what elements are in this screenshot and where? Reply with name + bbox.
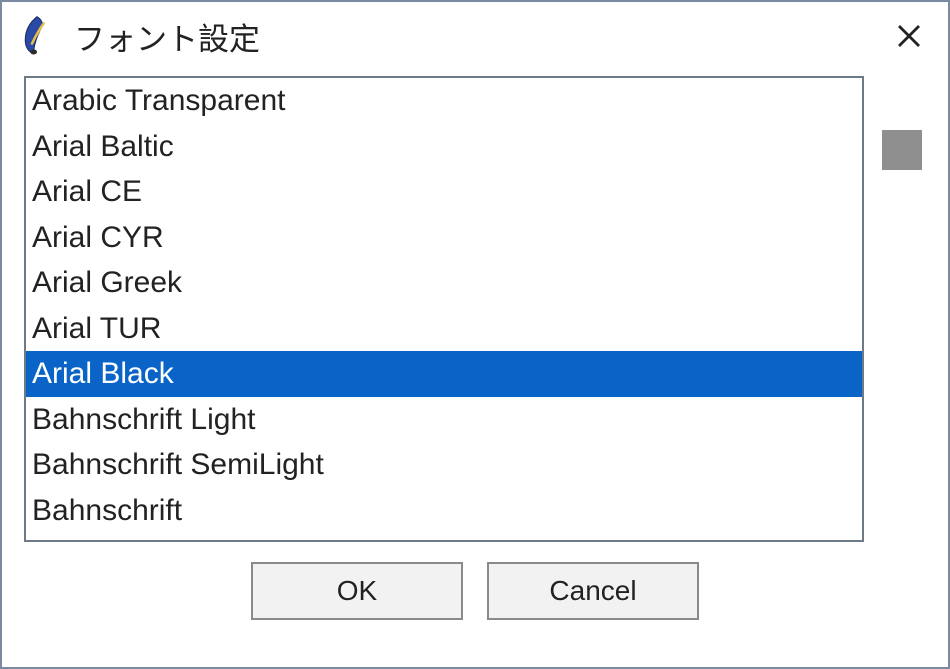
font-list-item[interactable]: Arial CYR [26,215,862,261]
window-title: フォント設定 [74,14,884,59]
font-list-item[interactable]: Bahnschrift SemiLight [26,442,862,488]
title-bar: フォント設定 [2,2,948,70]
font-list-item[interactable]: Arial Black [26,351,862,397]
font-listbox[interactable]: Arabic TransparentArial BalticArial CEAr… [24,76,864,542]
cancel-button[interactable]: Cancel [487,562,699,620]
font-list-item[interactable]: Arial TUR [26,306,862,352]
close-button[interactable] [884,11,934,61]
font-list-item[interactable]: Bahnschrift [26,488,862,534]
dialog-content: Arabic TransparentArial BalticArial CEAr… [2,70,948,667]
font-list-item[interactable]: Bahnschrift Light [26,397,862,443]
font-list-item[interactable]: Arial CE [26,169,862,215]
scrollbar-track[interactable] [878,76,926,542]
dialog-button-row: OK Cancel [24,542,926,636]
scrollbar-thumb[interactable] [882,130,922,170]
font-list-item[interactable]: Arial Greek [26,260,862,306]
app-feather-icon [16,12,58,60]
close-icon [894,21,924,51]
font-list-item[interactable]: Arabic Transparent [26,78,862,124]
font-list-item[interactable]: Arial Baltic [26,124,862,170]
ok-button[interactable]: OK [251,562,463,620]
font-list-wrap: Arabic TransparentArial BalticArial CEAr… [24,76,926,542]
